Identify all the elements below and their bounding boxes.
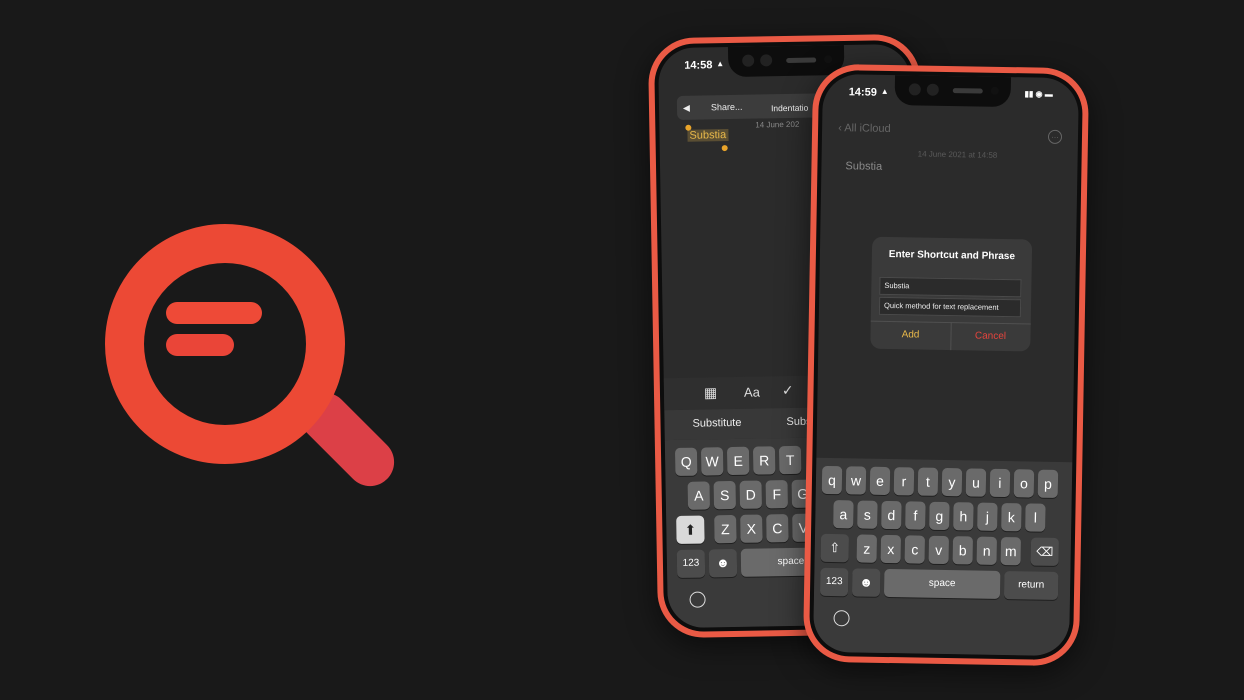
key[interactable]: R — [752, 446, 776, 475]
key[interactable]: E — [726, 446, 750, 476]
key[interactable]: e — [869, 466, 891, 496]
numbers-key[interactable]: 123 — [819, 567, 849, 597]
key[interactable]: r — [893, 467, 915, 496]
key[interactable]: Z — [714, 514, 737, 544]
return-key[interactable]: return — [1003, 571, 1059, 600]
notch — [894, 75, 1012, 108]
menu-back-button[interactable]: ◀ — [683, 103, 690, 114]
key[interactable]: v — [928, 535, 950, 565]
status-time: 14:59 — [848, 86, 877, 99]
menu-indentation-button[interactable]: Indentatio — [771, 103, 809, 114]
emoji-key[interactable]: ☻ — [708, 548, 738, 578]
globe-icon[interactable] — [689, 591, 706, 608]
key[interactable]: a — [833, 500, 854, 529]
key[interactable]: c — [904, 535, 926, 564]
selection-handle[interactable] — [721, 145, 728, 152]
key[interactable]: p — [1037, 469, 1059, 498]
key[interactable]: o — [1013, 469, 1035, 498]
app-logo — [100, 222, 405, 497]
shift-icon[interactable]: ⬆ — [676, 515, 705, 544]
keyboard: q w e r t y u i o p a s d f g h j k l ⇧ … — [812, 457, 1073, 657]
key[interactable]: m — [1000, 536, 1022, 566]
key[interactable]: u — [965, 468, 987, 497]
menu-share-button[interactable]: Share... — [711, 102, 743, 113]
phone-front: 14:59 ▲ ▮▮ ◉ ▬ ‹ All iCloud … 14 June 20… — [802, 63, 1090, 667]
key[interactable]: w — [845, 466, 867, 495]
numbers-key[interactable]: 123 — [676, 549, 706, 578]
phone-front-screen: 14:59 ▲ ▮▮ ◉ ▬ ‹ All iCloud … 14 June 20… — [812, 73, 1080, 657]
key[interactable]: g — [929, 501, 950, 531]
globe-icon[interactable] — [833, 610, 850, 627]
key[interactable]: l — [1025, 503, 1046, 532]
note-date: 14 June 202 — [755, 119, 800, 130]
selected-text[interactable]: Substia — [687, 129, 729, 142]
notch — [727, 44, 845, 78]
key[interactable]: D — [739, 480, 763, 509]
key[interactable]: F — [765, 480, 789, 509]
back-button[interactable]: ‹ All iCloud — [838, 122, 891, 135]
bell-icon: ▲ — [716, 59, 725, 69]
key[interactable]: y — [941, 467, 963, 497]
key[interactable]: W — [700, 447, 724, 476]
list-line-icon — [166, 302, 262, 324]
key[interactable]: d — [881, 500, 902, 530]
key[interactable]: A — [687, 481, 711, 510]
key[interactable]: i — [989, 468, 1011, 498]
dialog-title: Enter Shortcut and Phrase — [888, 248, 1016, 263]
phrase-field[interactable]: Quick method for text replacement — [878, 296, 1022, 318]
note-date: 14 June 2021 at 14:58 — [917, 149, 998, 160]
key[interactable]: k — [1001, 502, 1022, 532]
note-text: Substia — [845, 160, 883, 173]
key[interactable]: X — [740, 514, 763, 543]
key[interactable]: S — [713, 480, 737, 510]
add-button[interactable]: Add — [870, 329, 950, 341]
emoji-key[interactable]: ☻ — [851, 568, 881, 597]
key[interactable]: T — [778, 445, 802, 475]
shortcut-dialog: Enter Shortcut and Phrase Substia Quick … — [870, 236, 1033, 352]
key[interactable]: n — [976, 536, 998, 565]
checklist-icon[interactable]: ✓ — [782, 382, 794, 399]
space-key[interactable]: space — [883, 568, 1001, 599]
bell-icon: ▲ — [880, 86, 889, 96]
key[interactable]: h — [953, 502, 974, 531]
key[interactable]: x — [880, 534, 902, 564]
key[interactable]: b — [952, 536, 974, 565]
format-button[interactable]: Aa — [744, 385, 760, 400]
key[interactable]: s — [857, 500, 878, 529]
key[interactable]: Q — [674, 447, 698, 477]
key[interactable]: t — [917, 467, 939, 496]
key[interactable]: C — [766, 514, 789, 543]
key[interactable]: z — [856, 534, 878, 563]
key[interactable]: q — [821, 465, 843, 495]
status-time: 14:58 — [684, 59, 713, 72]
delete-icon[interactable]: ⌫ — [1030, 537, 1059, 566]
status-icons: ▮▮ ◉ ▬ — [1024, 89, 1053, 99]
key[interactable]: j — [977, 502, 998, 531]
back-label: All iCloud — [844, 122, 891, 135]
suggestion-item[interactable]: Substitute — [692, 417, 741, 430]
more-icon[interactable]: … — [1047, 129, 1063, 144]
table-icon[interactable]: ▦ — [704, 384, 718, 401]
key[interactable]: f — [905, 501, 926, 530]
shortcut-field[interactable]: Substia — [879, 276, 1022, 298]
cancel-button[interactable]: Cancel — [950, 330, 1030, 343]
shift-icon[interactable]: ⇧ — [820, 533, 850, 563]
list-line-icon — [166, 334, 234, 356]
